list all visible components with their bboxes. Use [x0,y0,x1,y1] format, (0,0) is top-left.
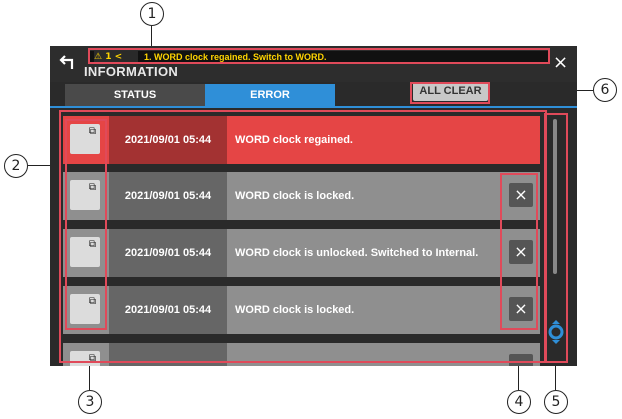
tab-status[interactable]: STATUS [65,84,205,106]
callout-5: 5 [544,390,568,414]
back-arrow-icon[interactable] [58,52,78,72]
callout-1: 1 [140,2,164,26]
highlight-scrollbar [544,113,568,363]
tab-underline [50,106,577,108]
callout-6: 6 [593,78,617,102]
callout-3: 3 [78,390,102,414]
highlight-delete-column [500,173,538,330]
highlight-list [59,110,547,363]
page-title: INFORMATION [84,64,179,79]
tab-error[interactable]: ERROR [205,84,335,106]
callout-2: 2 [4,154,28,178]
highlight-all-clear [410,82,490,104]
tab-bar: STATUS ERROR [50,82,577,108]
leader-5 [555,364,557,390]
highlight-popout-column [65,119,107,330]
highlight-alert-bar [88,48,550,64]
leader-1 [151,26,153,46]
callout-4: 4 [507,390,531,414]
close-icon[interactable]: × [553,54,568,72]
